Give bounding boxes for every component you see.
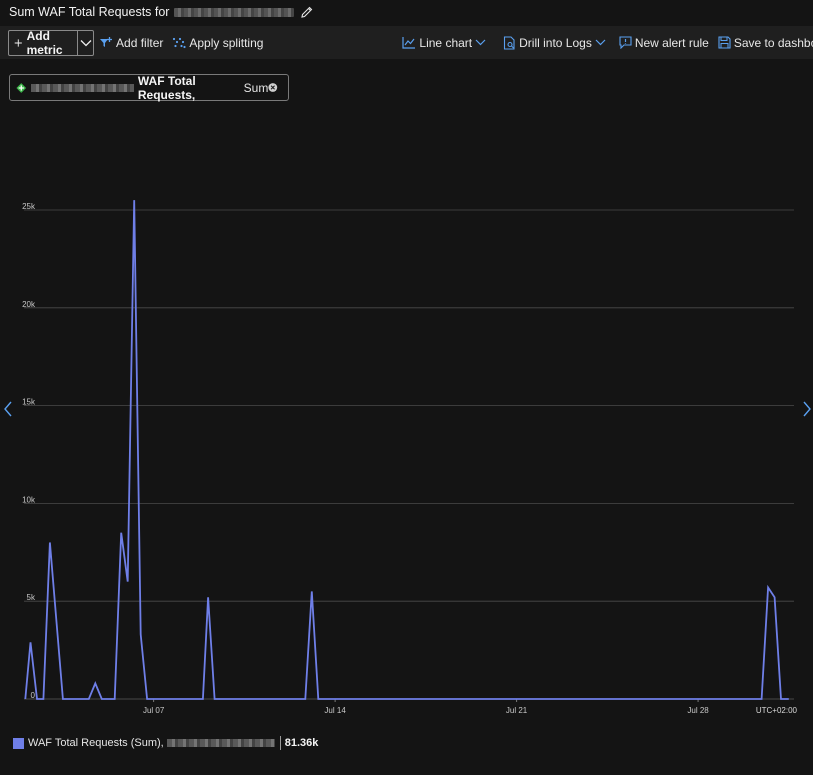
x-tick-label: Jul 28	[687, 706, 709, 715]
chart-legend[interactable]: WAF Total Requests (Sum), 81.36k	[13, 736, 318, 750]
toolbar: Add metric Add filter Apply splitting Li…	[0, 26, 813, 59]
new-alert-rule-button[interactable]: New alert rule	[619, 36, 709, 50]
logs-icon	[504, 35, 515, 50]
close-icon[interactable]	[268, 82, 278, 93]
y-tick-label: 20k	[22, 300, 36, 309]
apply-splitting-label: Apply splitting	[189, 35, 264, 50]
chevron-down-icon	[595, 39, 606, 46]
plus-icon	[14, 38, 22, 47]
redacted-resource-name	[166, 739, 275, 747]
alert-icon	[619, 36, 632, 49]
add-filter-label: Add filter	[116, 35, 164, 50]
line-chart-button[interactable]: Line chart	[402, 36, 489, 50]
drill-into-logs-label: Drill into Logs	[519, 35, 592, 50]
legend-label: WAF Total Requests (Sum),	[28, 737, 164, 749]
line-chart-icon	[402, 37, 416, 49]
line-chart-label: Line chart	[419, 35, 473, 50]
apply-splitting-button[interactable]: Apply splitting	[172, 36, 263, 50]
legend-total: 81.36k	[284, 737, 319, 749]
pencil-icon[interactable]	[300, 5, 314, 19]
add-metric-dropdown[interactable]	[78, 31, 93, 55]
y-tick-label: 10k	[22, 495, 36, 504]
y-tick-label: 0	[31, 691, 36, 700]
splitting-icon	[173, 37, 186, 48]
save-icon	[718, 36, 731, 49]
timezone-label: UTC+02:00	[756, 706, 798, 715]
x-tick-label: Jul 07	[143, 706, 165, 715]
add-metric-split-button: Add metric	[8, 28, 95, 57]
save-to-dashboard-label: Save to dashboard	[733, 35, 813, 50]
page-title: Sum WAF Total Requests for	[9, 5, 170, 19]
drill-into-logs-button[interactable]: Drill into Logs	[503, 36, 609, 50]
title-bar: Sum WAF Total Requests for	[0, 0, 813, 24]
chevron-right-icon[interactable]	[801, 400, 813, 418]
metric-chart: 0 5k 10k 15k 20k 25k Jul 07 Jul 14 Jul 21 Jul 28…	[22, 200, 798, 715]
x-tick-label: Jul 21	[506, 706, 528, 715]
metric-name: WAF Total Requests,	[137, 73, 196, 102]
y-tick-label: 25k	[22, 202, 36, 211]
save-to-dashboard-button[interactable]: Save to dashboard	[718, 36, 813, 50]
x-tick-label: Jul 14	[324, 706, 346, 715]
filter-plus-icon	[100, 36, 113, 47]
y-tick-label: 5k	[27, 593, 36, 602]
series-line	[24, 200, 789, 700]
add-metric-label: Add metric	[26, 28, 63, 57]
chevron-left-icon[interactable]	[2, 400, 14, 418]
new-alert-rule-label: New alert rule	[634, 35, 709, 50]
metric-aggregation: Sum	[243, 80, 269, 95]
redacted-resource-name	[174, 7, 295, 17]
add-filter-button[interactable]: Add filter	[99, 36, 163, 50]
chevron-down-icon	[475, 39, 486, 46]
legend-swatch	[13, 737, 24, 749]
legend-separator	[279, 736, 281, 750]
chevron-down-icon	[80, 39, 92, 46]
redacted-resource-name	[30, 83, 134, 92]
add-metric-button[interactable]: Add metric	[9, 28, 79, 57]
y-tick-label: 15k	[22, 398, 36, 407]
resource-icon	[16, 82, 27, 93]
metric-pill[interactable]: WAF Total Requests, Sum	[9, 73, 289, 102]
